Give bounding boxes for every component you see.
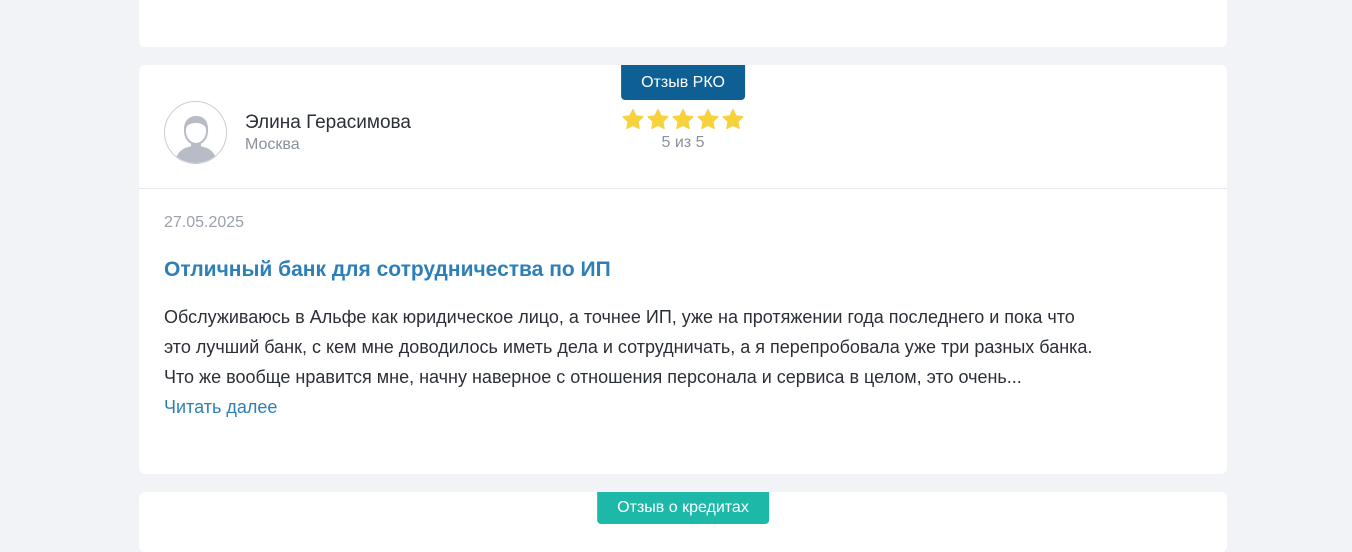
user-avatar-icon [164, 101, 227, 164]
read-more-link[interactable]: Читать далее [164, 392, 277, 422]
review-text-line: Обслуживаюсь в Альфе как юридическое лиц… [164, 307, 1075, 327]
author-name: Элина Герасимова [245, 111, 411, 133]
review-text-line: Что же вообще нравится мне, начну наверн… [164, 367, 1022, 387]
star-icon [647, 109, 669, 130]
star-icon [672, 109, 694, 130]
review-card: Отзыв РКО Элина Герасимова Москва 5 из 5… [139, 65, 1227, 474]
review-rating: 5 из 5 [622, 108, 745, 152]
rating-stars [622, 108, 745, 131]
author-city: Москва [245, 135, 300, 153]
review-author: Элина Герасимова Москва [164, 101, 411, 164]
star-icon [697, 109, 719, 130]
star-icon [622, 109, 644, 130]
review-text: Обслуживаюсь в Альфе как юридическое лиц… [164, 302, 1204, 392]
review-title[interactable]: Отличный банк для сотрудничества по ИП [164, 256, 1204, 284]
rating-text: 5 из 5 [661, 134, 705, 151]
card-divider [139, 188, 1227, 189]
review-date: 27.05.2025 [164, 214, 245, 231]
review-type-badge[interactable]: Отзыв о кредитах [597, 492, 769, 524]
star-icon [722, 109, 744, 130]
review-body: 27.05.2025 Отличный банк для сотрудничес… [164, 213, 1204, 422]
review-text-line: это лучший банк, с кем мне доводилось им… [164, 337, 1093, 357]
previous-review-card [139, 0, 1227, 47]
next-review-card: Отзыв о кредитах [139, 492, 1227, 552]
review-type-badge[interactable]: Отзыв РКО [621, 65, 745, 100]
